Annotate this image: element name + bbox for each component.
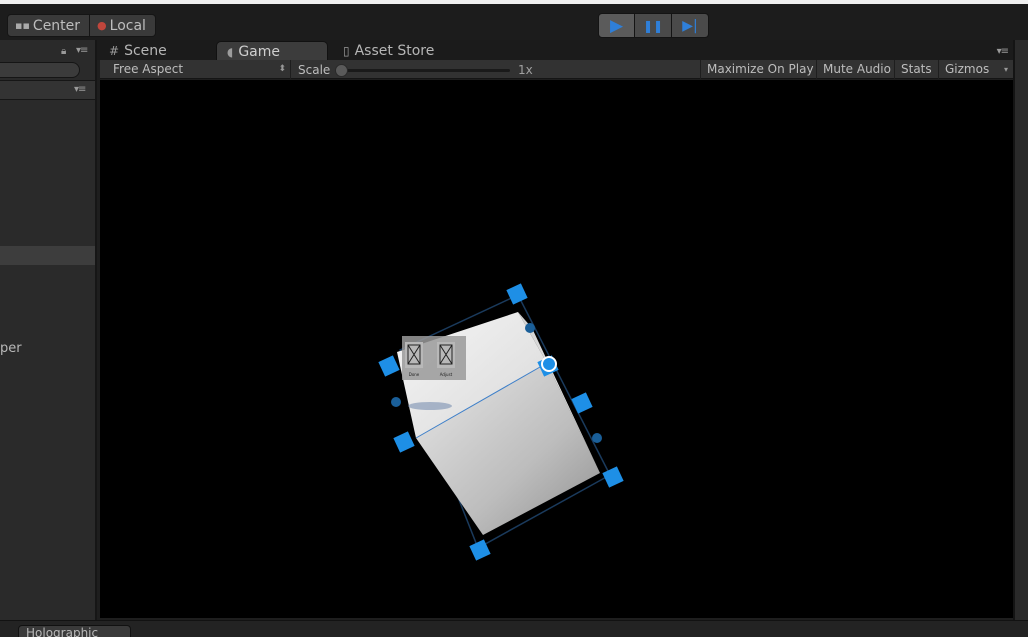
scene-render: Done Adjust: [378, 283, 624, 561]
hierarchy-search-input[interactable]: [0, 62, 80, 78]
hierarchy-panel: 🔒︎ ▾≡ ▾≡ per: [0, 40, 97, 620]
pivot-toggle-group: ▪▪ Center ● Local: [7, 14, 156, 37]
tab-holographic[interactable]: Holographic: [18, 625, 131, 637]
gizmos-dropdown[interactable]: Gizmos ▾: [938, 60, 1013, 79]
stats-label: Stats: [901, 62, 932, 76]
scale-slider-thumb[interactable]: [335, 64, 348, 77]
pivot-local-button[interactable]: ● Local: [90, 14, 156, 37]
chevron-down-icon: ▾: [1003, 65, 1008, 74]
rotation-handle[interactable]: [592, 433, 602, 443]
tab-holographic-label: Holographic: [26, 626, 99, 637]
play-button[interactable]: ▶: [598, 13, 635, 38]
corner-handle[interactable]: [571, 392, 593, 414]
local-space-icon: ●: [97, 19, 107, 32]
tab-scene-label: Scene: [124, 43, 167, 59]
cube-shadow-streak: [408, 402, 452, 410]
view-tabs: # Scene ◖ Game ▯ Asset Store ▾≡: [97, 40, 1013, 61]
main-toolbar: ▪▪ Center ● Local ▶ ❚❚ ▶|: [0, 0, 1028, 40]
scale-slider-track[interactable]: [345, 69, 510, 72]
tab-scene[interactable]: # Scene: [99, 41, 177, 61]
rotation-handle[interactable]: [391, 397, 401, 407]
dropdown-arrows-icon: ⬍: [278, 64, 286, 74]
app-bar-adjust-label: Adjust: [440, 372, 453, 377]
pacman-icon: ◖: [227, 44, 234, 59]
corner-handle[interactable]: [506, 283, 528, 305]
maximize-on-play-label: Maximize On Play: [707, 62, 814, 76]
tab-game-label: Game: [238, 43, 281, 60]
tabs-menu-icon[interactable]: ▾≡: [997, 46, 1009, 57]
scale-value: 1x: [518, 63, 533, 77]
tab-asset-store-label: Asset Store: [354, 43, 435, 59]
corner-handle[interactable]: [378, 355, 400, 377]
rotation-handle[interactable]: [525, 323, 535, 333]
pivot-center-label: Center: [32, 17, 81, 34]
mute-audio-toggle[interactable]: Mute Audio: [816, 60, 897, 79]
bag-icon: ▯: [343, 44, 350, 58]
stats-toggle[interactable]: Stats: [894, 60, 938, 79]
step-button[interactable]: ▶|: [672, 13, 709, 38]
tab-game[interactable]: ◖ Game: [216, 41, 328, 61]
tab-asset-store[interactable]: ▯ Asset Store: [333, 41, 444, 61]
pivot-local-label: Local: [109, 17, 146, 34]
play-icon: ▶: [609, 15, 624, 36]
step-icon: ▶|: [682, 17, 698, 34]
header-menu-icon[interactable]: ▾≡: [74, 84, 86, 95]
hierarchy-item-label[interactable]: per: [0, 341, 22, 356]
playback-controls: ▶ ❚❚ ▶|: [598, 13, 709, 38]
corner-handle[interactable]: [393, 431, 415, 453]
gizmos-label: Gizmos: [945, 62, 990, 76]
game-view-toolbar: Free Aspect ⬍ Scale 1x Maximize On Play …: [100, 60, 1013, 79]
mute-audio-label: Mute Audio: [823, 62, 891, 76]
bottom-panel-bar: Holographic: [0, 620, 1028, 637]
hierarchy-selected-row[interactable]: [0, 246, 95, 265]
panel-menu-icon[interactable]: ▾≡: [76, 45, 88, 56]
hierarchy-tab-row: 🔒︎ ▾≡: [0, 40, 95, 60]
maximize-on-play-toggle[interactable]: Maximize On Play: [700, 60, 820, 79]
corner-handle[interactable]: [602, 466, 624, 488]
aspect-dropdown[interactable]: Free Aspect ⬍: [100, 60, 291, 79]
aspect-value: Free Aspect: [113, 62, 184, 76]
pause-icon: ❚❚: [642, 18, 664, 33]
hierarchy-header: ▾≡: [0, 80, 95, 100]
game-viewport[interactable]: Done Adjust: [100, 80, 1013, 618]
pause-button[interactable]: ❚❚: [635, 13, 672, 38]
right-panel-edge: [1013, 40, 1028, 620]
grid-icon: #: [109, 44, 120, 58]
app-bar-done-label: Done: [409, 372, 420, 377]
scale-label: Scale: [298, 63, 331, 77]
pivot-center-icon: ▪▪: [15, 19, 30, 32]
lock-icon[interactable]: 🔒︎: [61, 46, 66, 57]
pivot-center-button[interactable]: ▪▪ Center: [7, 14, 91, 37]
